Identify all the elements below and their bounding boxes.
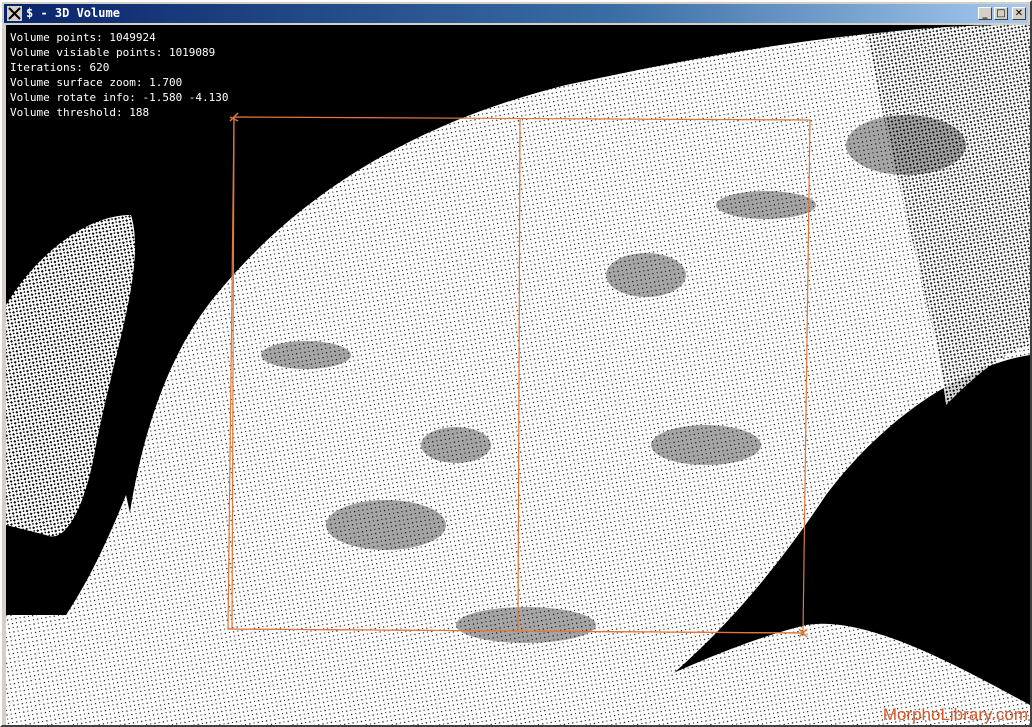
app-window: $ - 3D Volume _ □ ✕ Volume points: 10499…: [0, 0, 1032, 727]
threshold-text: Volume threshold: 188: [10, 106, 150, 119]
volume-points-text: Volume points: 1049924: [10, 31, 156, 44]
volume-left-lobe: [6, 215, 136, 537]
window-title: $ - 3D Volume: [26, 6, 120, 20]
volume-render-canvas: [6, 25, 1030, 725]
title-bar[interactable]: $ - 3D Volume _ □ ✕: [4, 4, 1028, 23]
volume-info-overlay: Volume points: 1049924 Volume visiable p…: [10, 30, 229, 120]
app-icon[interactable]: [7, 6, 22, 21]
iterations-text: Iterations: 620: [10, 61, 110, 74]
close-button[interactable]: ✕: [1012, 7, 1026, 20]
visible-points-text: Volume visiable points: 1019089: [10, 46, 216, 59]
maximize-button[interactable]: □: [994, 7, 1008, 20]
volume-render-viewport[interactable]: Volume points: 1049924 Volume visiable p…: [6, 25, 1030, 725]
watermark: MorphoLibrary.com: [882, 705, 1028, 724]
surface-zoom-text: Volume surface zoom: 1.700: [10, 76, 183, 89]
minimize-button[interactable]: _: [978, 7, 992, 20]
rotate-info-text: Volume rotate info: -1.580 -4.130: [10, 91, 229, 104]
